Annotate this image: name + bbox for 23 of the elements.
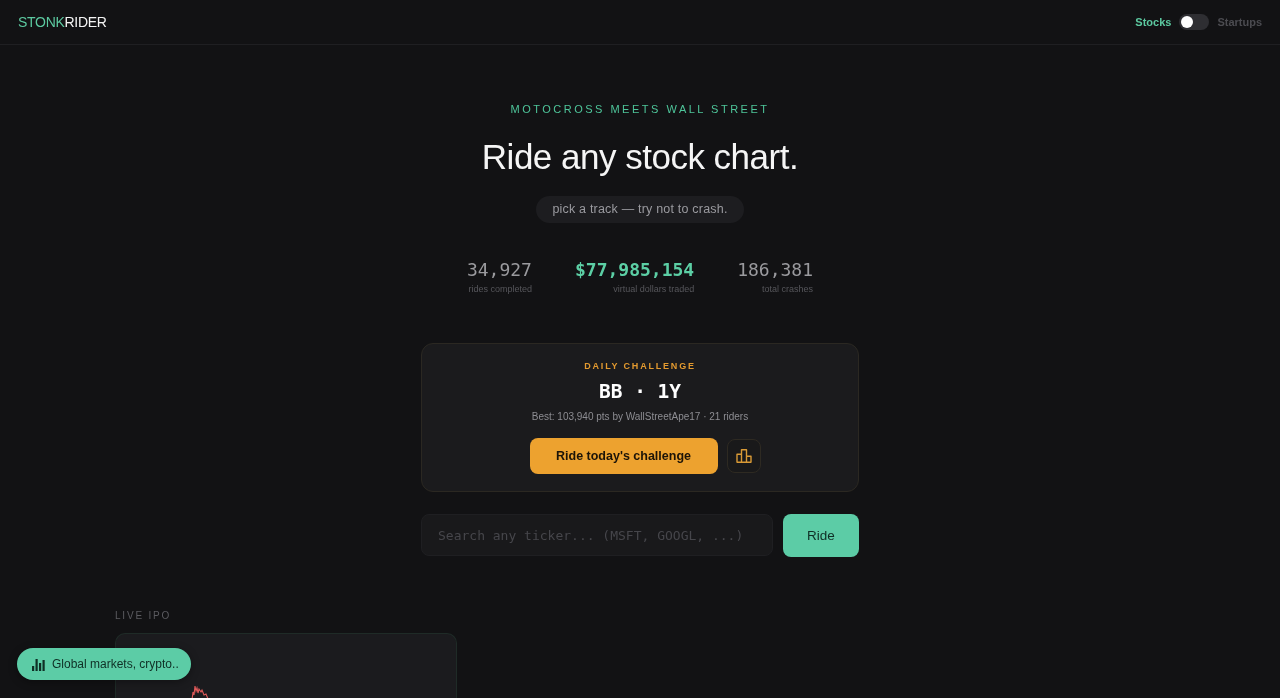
ride-button[interactable]: Ride [783, 514, 859, 557]
stat-value: 186,381 [737, 258, 814, 282]
leaderboard-button[interactable] [726, 439, 761, 473]
markets-button[interactable]: Global markets, crypto.. [17, 648, 191, 680]
stat-label: rides completed [468, 284, 532, 295]
podium-icon [735, 449, 752, 463]
logo[interactable]: STONKRIDER [18, 13, 107, 31]
mode-label[interactable]: Stocks [1135, 15, 1172, 29]
challenge-title: BB · 1Y [598, 379, 682, 405]
tagline-pill: pick a track — try not to crash. [536, 196, 744, 223]
bar-chart-icon [32, 657, 45, 671]
hero-eyebrow: MOTOCROSS MEETS WALL STREET [510, 102, 770, 117]
stat-value: 34,927 [466, 258, 532, 282]
mode-switch[interactable] [1179, 14, 1210, 30]
challenge-summary: Best: 103,940 pts by WallStreetApe17 · 21 riders [531, 410, 749, 424]
section-heading: LIVE IPO [115, 610, 172, 622]
stat-value: $77,985,154 [574, 258, 695, 282]
ride-challenge-button[interactable]: Ride today's challenge [529, 438, 718, 474]
challenge-eyebrow: DAILY CHALLENGE [584, 361, 696, 372]
stat-label: virtual dollars traded [613, 284, 695, 295]
stat-label: total crashes [762, 284, 814, 295]
hero-title: Ride any stock chart. [481, 136, 799, 178]
price-sparkline [191, 684, 211, 698]
